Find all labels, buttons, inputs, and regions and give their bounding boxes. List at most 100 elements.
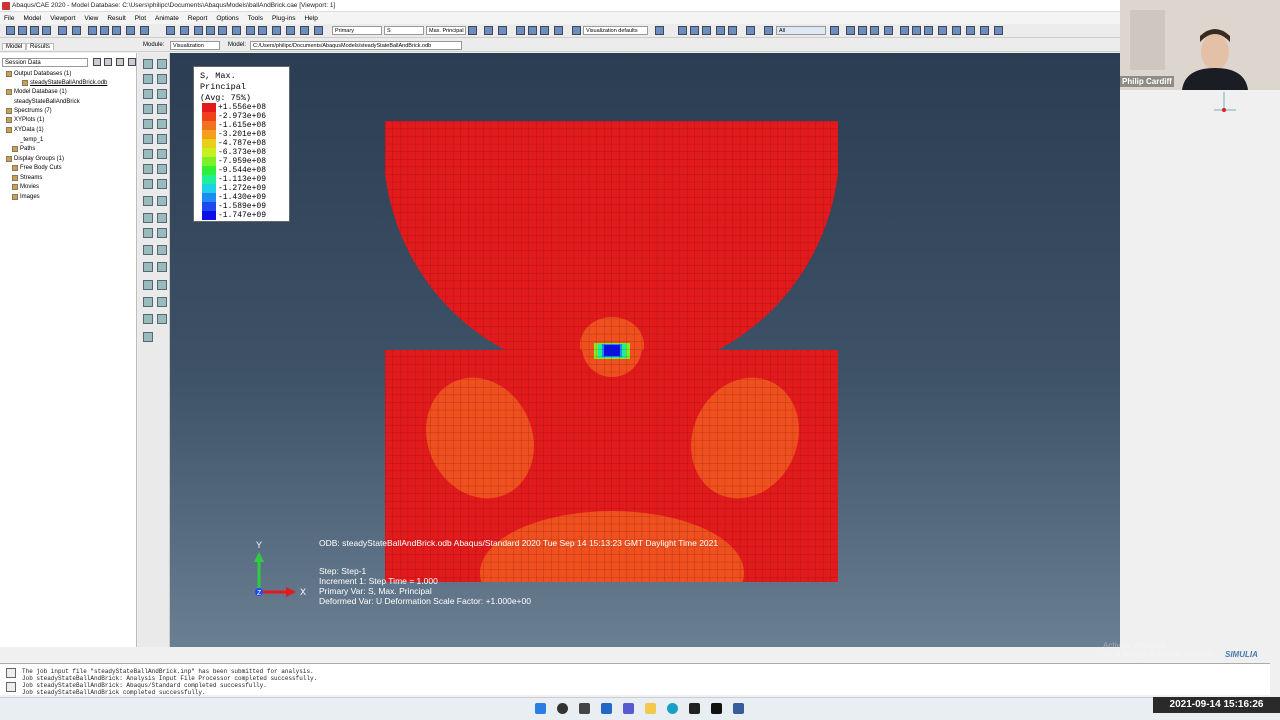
tree-options-icon[interactable] bbox=[128, 58, 136, 66]
previous-frame-icon[interactable] bbox=[702, 26, 711, 35]
box-select-icon[interactable] bbox=[858, 26, 867, 35]
result-options-icon[interactable] bbox=[157, 280, 167, 290]
select-icon[interactable] bbox=[206, 26, 215, 35]
tab-model[interactable]: Model bbox=[2, 43, 27, 50]
chat-icon[interactable] bbox=[623, 703, 634, 714]
camera-icon[interactable] bbox=[126, 26, 135, 35]
menu-tools[interactable]: Tools bbox=[248, 15, 263, 22]
tree-xyplots[interactable]: XYPlots (1) bbox=[6, 117, 44, 123]
terminal-icon[interactable] bbox=[711, 703, 722, 714]
probe-icon[interactable] bbox=[157, 179, 167, 189]
render-icon[interactable] bbox=[58, 26, 67, 35]
step-frame-icon[interactable] bbox=[143, 280, 153, 290]
menu-report[interactable]: Report bbox=[188, 15, 208, 22]
variable-position-select[interactable]: Primary bbox=[332, 26, 382, 35]
replace-selected-icon[interactable] bbox=[143, 213, 153, 223]
plot-undeformed-icon[interactable] bbox=[143, 59, 153, 69]
plot-deformed-icon[interactable] bbox=[157, 59, 167, 69]
field-output-icon[interactable] bbox=[157, 297, 167, 307]
circle-select-icon[interactable] bbox=[870, 26, 879, 35]
reset-icon[interactable] bbox=[966, 26, 975, 35]
view-defaults-select[interactable]: Visualization defaults bbox=[583, 26, 648, 35]
view-cut-icon[interactable] bbox=[143, 196, 153, 206]
last-frame-icon[interactable] bbox=[728, 26, 737, 35]
query-icon[interactable] bbox=[72, 26, 81, 35]
abaqus-taskbar-icon[interactable] bbox=[733, 703, 744, 714]
search-icon[interactable] bbox=[557, 703, 568, 714]
render-style-icon[interactable] bbox=[516, 26, 525, 35]
tree-xydata[interactable]: XYData (1) bbox=[6, 127, 44, 133]
menu-model[interactable]: Model bbox=[23, 15, 41, 22]
select-tool-icon[interactable] bbox=[764, 26, 773, 35]
tree-temp[interactable]: _temp_1 bbox=[20, 137, 43, 143]
start-icon[interactable] bbox=[535, 703, 546, 714]
collapse-icon[interactable] bbox=[116, 58, 124, 66]
session-data-select[interactable]: Session Data bbox=[2, 58, 88, 67]
table-icon[interactable] bbox=[218, 26, 227, 35]
viewport-layout-icon[interactable] bbox=[994, 26, 1003, 35]
expand-icon[interactable] bbox=[104, 58, 112, 66]
widgets-icon[interactable] bbox=[601, 703, 612, 714]
menu-options[interactable]: Options bbox=[216, 15, 238, 22]
display-group-tool-icon[interactable] bbox=[157, 196, 167, 206]
magnify-icon[interactable] bbox=[258, 26, 267, 35]
hide-icon[interactable] bbox=[912, 26, 921, 35]
pick-icon[interactable] bbox=[846, 26, 855, 35]
text-icon[interactable] bbox=[180, 26, 189, 35]
active-steps-icon[interactable] bbox=[157, 314, 167, 324]
polygon-select-icon[interactable] bbox=[884, 26, 893, 35]
menu-plugins[interactable]: Plug-ins bbox=[272, 15, 295, 22]
cube-icon[interactable] bbox=[554, 26, 563, 35]
viewport-icon[interactable] bbox=[88, 26, 97, 35]
tree-streams[interactable]: Streams bbox=[12, 175, 42, 181]
edge-icon[interactable] bbox=[667, 703, 678, 714]
plot-material-icon[interactable] bbox=[143, 89, 153, 99]
common-options-icon[interactable] bbox=[143, 134, 153, 144]
pan-icon[interactable] bbox=[232, 26, 241, 35]
free-body-icon[interactable] bbox=[143, 245, 153, 255]
tree-output-databases[interactable]: Output Databases (1) bbox=[6, 71, 71, 77]
fit-view-icon[interactable] bbox=[286, 26, 295, 35]
wireframe-icon[interactable] bbox=[540, 26, 549, 35]
animate-time-icon[interactable] bbox=[157, 104, 167, 114]
tree-model[interactable]: steadyStateBallAndBrick bbox=[14, 99, 80, 105]
task-view-icon[interactable] bbox=[579, 703, 590, 714]
menu-file[interactable]: File bbox=[4, 15, 14, 22]
print-icon[interactable] bbox=[42, 26, 51, 35]
superimpose-options-icon[interactable] bbox=[157, 134, 167, 144]
shaded-icon[interactable] bbox=[528, 26, 537, 35]
play-icon[interactable] bbox=[678, 26, 687, 35]
symbol-options-icon[interactable] bbox=[157, 149, 167, 159]
contour-options-icon[interactable] bbox=[143, 149, 153, 159]
new-file-icon[interactable] bbox=[6, 26, 15, 35]
cycle-views-icon[interactable] bbox=[300, 26, 309, 35]
plot-contours-icon[interactable] bbox=[143, 74, 153, 84]
module-select[interactable]: Visualization bbox=[170, 41, 220, 50]
tile-icon[interactable] bbox=[100, 26, 109, 35]
menu-view[interactable]: View bbox=[84, 15, 98, 22]
file-explorer-icon[interactable] bbox=[645, 703, 656, 714]
tree-movies[interactable]: Movies bbox=[12, 184, 39, 190]
report-field-icon[interactable] bbox=[143, 262, 153, 272]
menu-result[interactable]: Result bbox=[107, 15, 125, 22]
visibility-icon[interactable] bbox=[900, 26, 909, 35]
curve-icon[interactable] bbox=[157, 228, 167, 238]
next-frame-icon[interactable] bbox=[716, 26, 725, 35]
tree-spectrums[interactable]: Spectrums (7) bbox=[6, 108, 52, 114]
refresh-icon[interactable] bbox=[468, 26, 477, 35]
show-icon[interactable] bbox=[924, 26, 933, 35]
options-icon[interactable] bbox=[655, 26, 664, 35]
pointer-icon[interactable] bbox=[194, 26, 203, 35]
stream-tool-icon[interactable] bbox=[157, 245, 167, 255]
selection-options-icon[interactable] bbox=[830, 26, 839, 35]
xy-data-icon[interactable] bbox=[143, 164, 153, 174]
layers-icon[interactable] bbox=[980, 26, 989, 35]
info-icon[interactable] bbox=[746, 26, 755, 35]
menu-help[interactable]: Help bbox=[304, 15, 317, 22]
menu-plot[interactable]: Plot bbox=[135, 15, 146, 22]
query-tool-icon[interactable] bbox=[143, 332, 153, 342]
store-icon[interactable] bbox=[689, 703, 700, 714]
cascade-icon[interactable] bbox=[112, 26, 121, 35]
tab-results[interactable]: Results bbox=[26, 43, 55, 50]
variable-name-select[interactable]: S bbox=[384, 26, 424, 35]
